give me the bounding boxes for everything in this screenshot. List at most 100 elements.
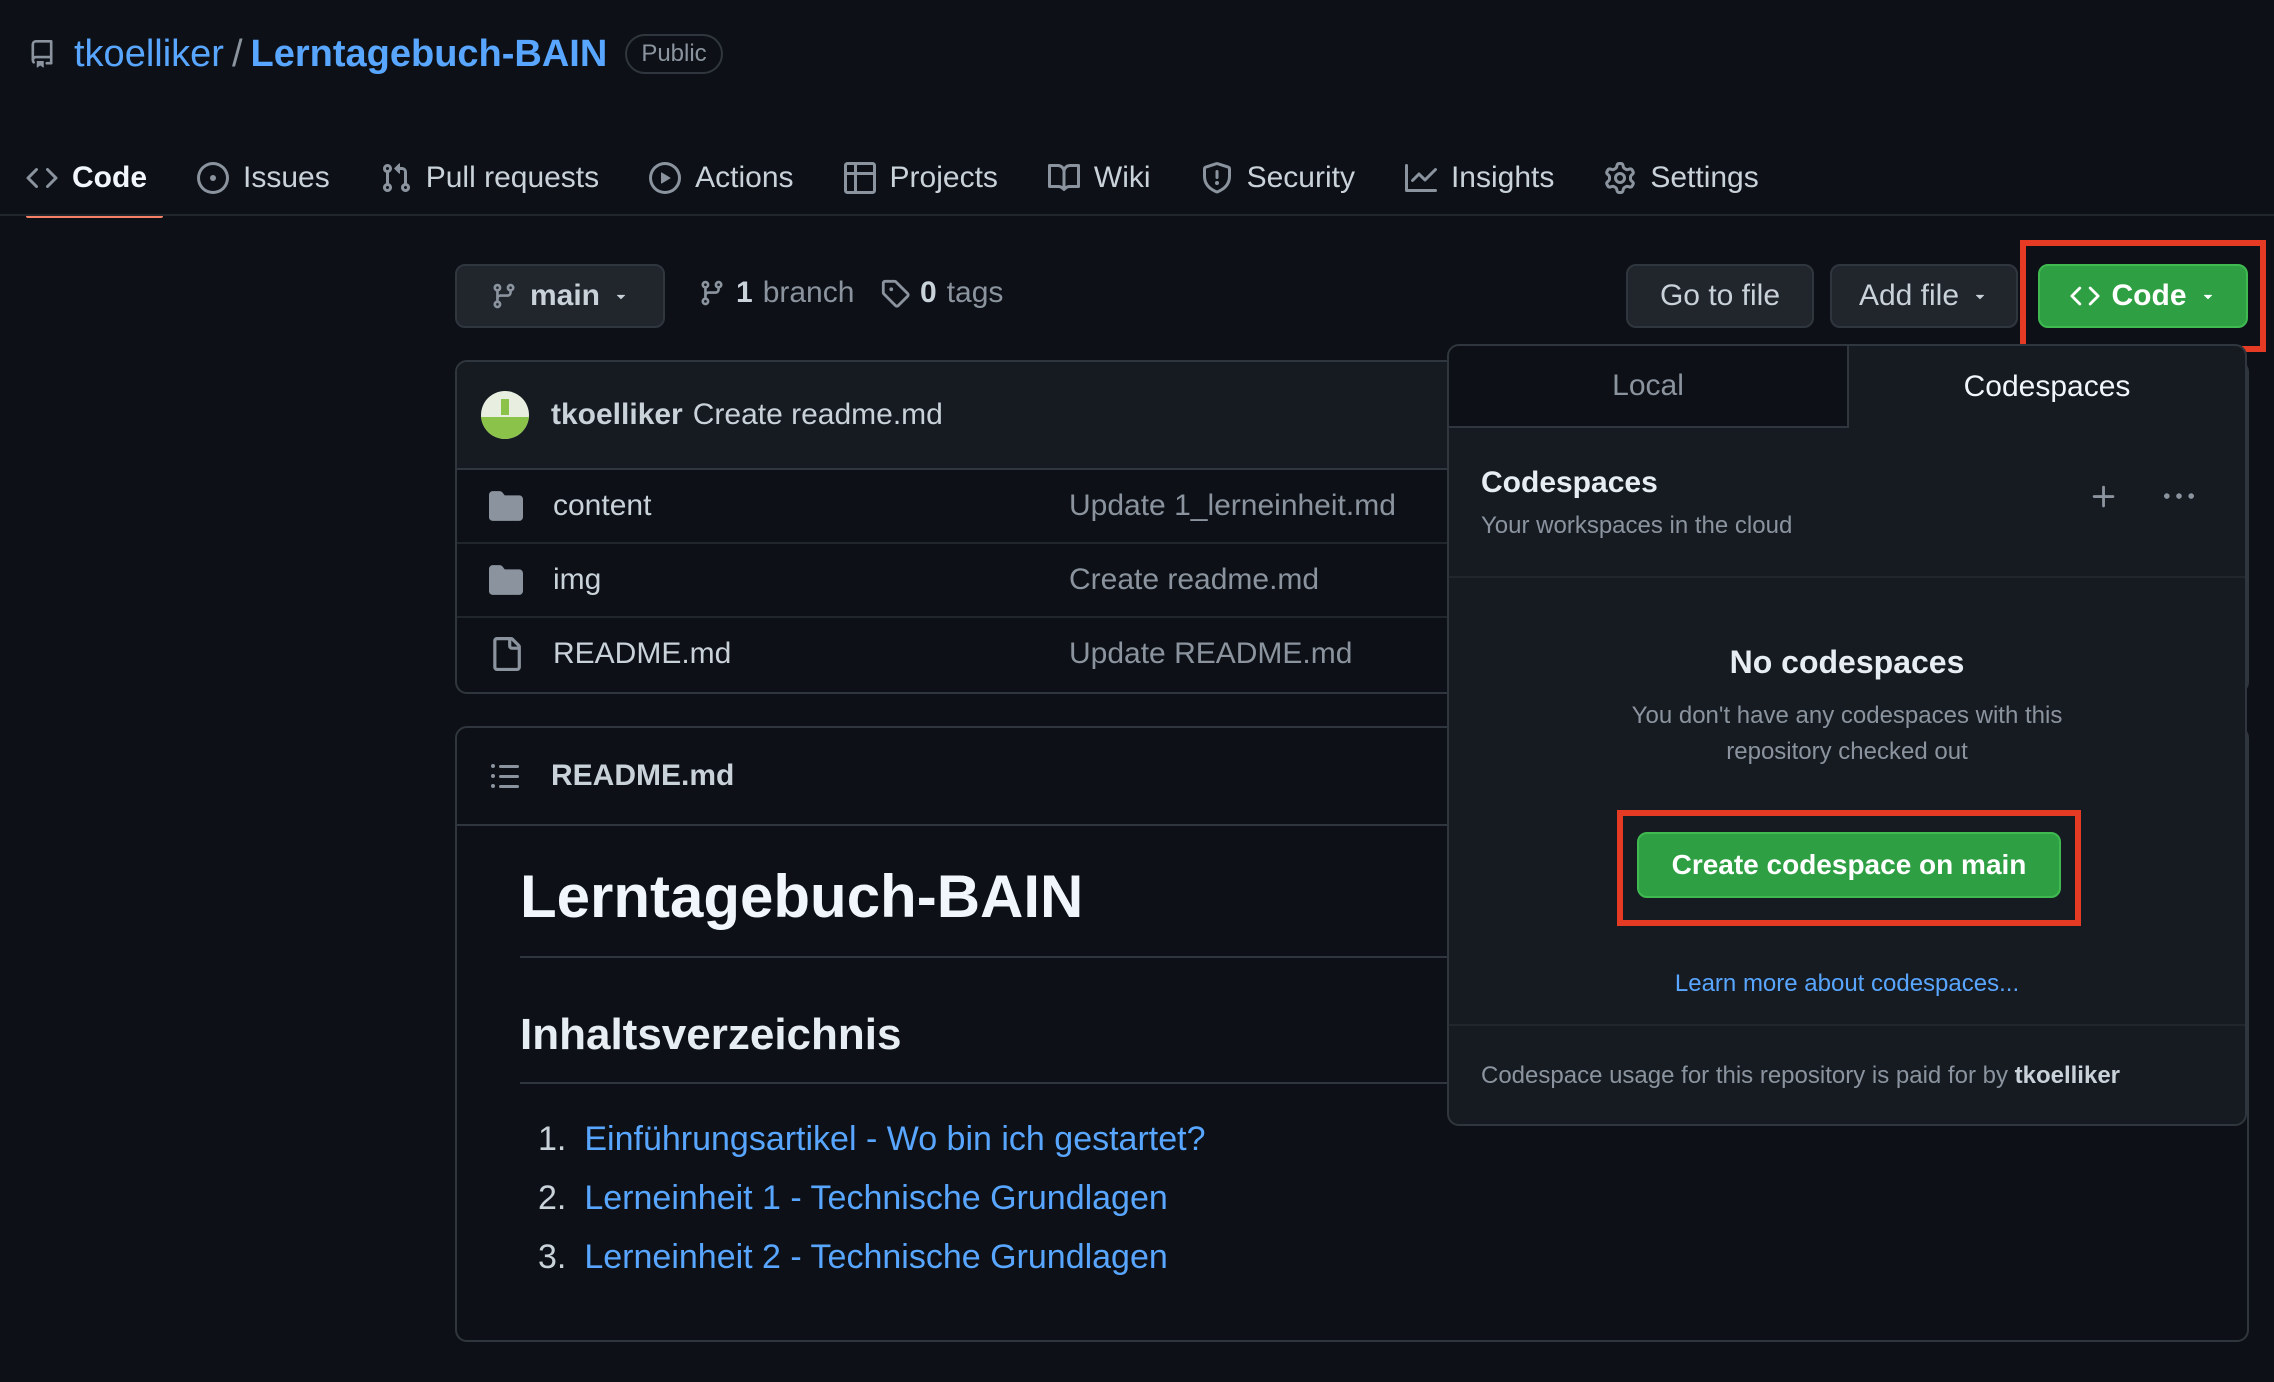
visibility-badge: Public <box>625 34 723 74</box>
branch-icon <box>490 282 518 310</box>
empty-description-line2: repository checked out <box>1726 738 1968 765</box>
codespaces-header: Codespaces Your workspaces in the cloud <box>1449 428 2245 578</box>
list-number: 2. <box>538 1179 567 1217</box>
tab-wiki[interactable]: Wiki <box>1047 140 1151 216</box>
tag-icon <box>880 278 910 308</box>
tab-local-label: Local <box>1612 369 1684 402</box>
tag-count: 0 <box>920 276 937 309</box>
footer-user: tkoelliker <box>2014 1062 2121 1089</box>
tab-issues-label: Issues <box>243 161 330 194</box>
repo-name-link[interactable]: Lerntagebuch-BAIN <box>251 33 608 76</box>
empty-state: No codespaces You don't have any codespa… <box>1449 578 2245 1026</box>
tab-insights-label: Insights <box>1450 161 1555 194</box>
tab-codespaces-label: Codespaces <box>1963 370 2131 403</box>
toc-link[interactable]: Lerneinheit 1 - Technische Grundlagen <box>584 1179 1167 1218</box>
branch-count-link[interactable]: 1 branch <box>698 276 854 310</box>
caret-down-icon <box>1971 287 1989 305</box>
code-icon <box>2069 281 2100 311</box>
tab-settings-label: Settings <box>1650 161 1759 194</box>
list-number: 1. <box>538 1120 567 1158</box>
avatar-shape <box>501 399 509 415</box>
file-commit-message[interactable]: Update 1_lerneinheit.md <box>1069 489 1396 523</box>
avatar-shape <box>481 417 529 439</box>
commit-author[interactable]: tkoelliker <box>551 398 683 432</box>
tab-pull-requests[interactable]: Pull requests <box>380 140 599 216</box>
empty-description-line1: You don't have any codespaces with this <box>1631 702 2063 729</box>
book-icon <box>1047 162 1080 194</box>
branch-count-label: branch <box>762 276 855 309</box>
file-name[interactable]: README.md <box>553 637 731 671</box>
file-name[interactable]: img <box>553 563 601 597</box>
toc-link[interactable]: Einführungsartikel - Wo bin ich gestarte… <box>584 1120 1205 1159</box>
list-item: 3. Lerneinheit 2 - Technische Grundlagen <box>538 1238 1206 1277</box>
toc-heading: Inhaltsverzeichnis <box>520 1010 902 1059</box>
tag-count-label: tags <box>946 276 1004 309</box>
code-button-label: Code <box>2111 279 2187 312</box>
footer-text: Codespace usage for this repository is p… <box>1481 1062 2008 1089</box>
tab-insights[interactable]: Insights <box>1404 140 1555 216</box>
toc-list: 1. Einführungsartikel - Wo bin ich gesta… <box>538 1120 1206 1277</box>
dropdown-footer: Codespace usage for this repository is p… <box>1449 1026 2245 1126</box>
code-dropdown-panel: Local Codespaces Codespaces Your workspa… <box>1447 344 2247 1126</box>
create-codespace-button[interactable]: Create codespace on main <box>1637 832 2061 898</box>
list-number: 3. <box>538 1238 567 1276</box>
footer-note: Codespace usage for this repository is p… <box>1481 1062 2120 1090</box>
title-divider <box>520 956 1460 958</box>
folder-icon <box>489 563 523 597</box>
tab-security[interactable]: Security <box>1201 140 1355 216</box>
empty-title: No codespaces <box>1729 644 1965 680</box>
play-icon <box>649 162 682 194</box>
repo-header: tkoelliker / Lerntagebuch-BAIN Public <box>28 30 723 78</box>
repo-icon <box>28 38 56 70</box>
list-item: 1. Einführungsartikel - Wo bin ich gesta… <box>538 1120 1206 1159</box>
repo-nav: Code Issues Pull requests Actions Projec… <box>26 140 1809 218</box>
list-icon[interactable] <box>489 760 521 792</box>
plus-icon[interactable] <box>2089 482 2119 512</box>
list-item: 2. Lerneinheit 1 - Technische Grundlagen <box>538 1179 1206 1218</box>
file-commit-message[interactable]: Create readme.md <box>1069 563 1319 597</box>
tab-settings[interactable]: Settings <box>1604 140 1759 216</box>
folder-icon <box>489 489 523 523</box>
heading-divider <box>520 1082 1460 1084</box>
create-codespace-label: Create codespace on main <box>1671 849 2027 880</box>
commit-message[interactable]: Create readme.md <box>693 398 943 432</box>
graph-icon <box>1404 162 1437 194</box>
tab-security-label: Security <box>1246 161 1355 194</box>
repo-owner-link[interactable]: tkoelliker <box>74 33 224 76</box>
branch-select-button[interactable]: main <box>455 264 665 328</box>
code-dropdown-button[interactable]: Code <box>2038 264 2248 328</box>
codespaces-subheading: Your workspaces in the cloud <box>1481 512 1793 539</box>
tab-codespaces[interactable]: Codespaces <box>1849 346 2245 428</box>
add-file-button[interactable]: Add file <box>1830 264 2018 328</box>
caret-down-icon <box>612 287 630 305</box>
file-name[interactable]: content <box>553 489 651 523</box>
file-icon <box>489 637 523 671</box>
go-to-file-button[interactable]: Go to file <box>1626 264 1814 328</box>
tab-projects-label: Projects <box>889 161 998 194</box>
tab-actions[interactable]: Actions <box>649 140 794 216</box>
go-to-file-label: Go to file <box>1659 279 1781 312</box>
tab-code-label: Code <box>72 161 147 194</box>
tab-actions-label: Actions <box>695 161 794 194</box>
file-commit-message[interactable]: Update README.md <box>1069 637 1352 671</box>
tab-code[interactable]: Code <box>26 140 163 218</box>
learn-more-link[interactable]: Learn more about codespaces... <box>1449 970 2245 998</box>
table-icon <box>843 162 876 194</box>
readme-filename[interactable]: README.md <box>551 759 734 793</box>
branch-name: main <box>529 279 601 312</box>
issue-icon <box>197 162 229 194</box>
caret-down-icon <box>2199 287 2217 305</box>
branch-icon <box>698 279 726 307</box>
kebab-horizontal-icon[interactable] <box>2163 482 2195 512</box>
tag-count-link[interactable]: 0 tags <box>880 276 1003 310</box>
nav-divider <box>0 214 2274 216</box>
tab-projects[interactable]: Projects <box>843 140 998 216</box>
toc-link[interactable]: Lerneinheit 2 - Technische Grundlagen <box>584 1238 1167 1277</box>
tab-issues[interactable]: Issues <box>197 140 330 216</box>
tab-wiki-label: Wiki <box>1093 161 1151 194</box>
tab-pull-requests-label: Pull requests <box>425 161 600 194</box>
code-icon <box>26 162 58 194</box>
avatar[interactable] <box>481 391 529 439</box>
pull-request-icon <box>380 162 412 194</box>
tab-local[interactable]: Local <box>1449 346 1849 428</box>
